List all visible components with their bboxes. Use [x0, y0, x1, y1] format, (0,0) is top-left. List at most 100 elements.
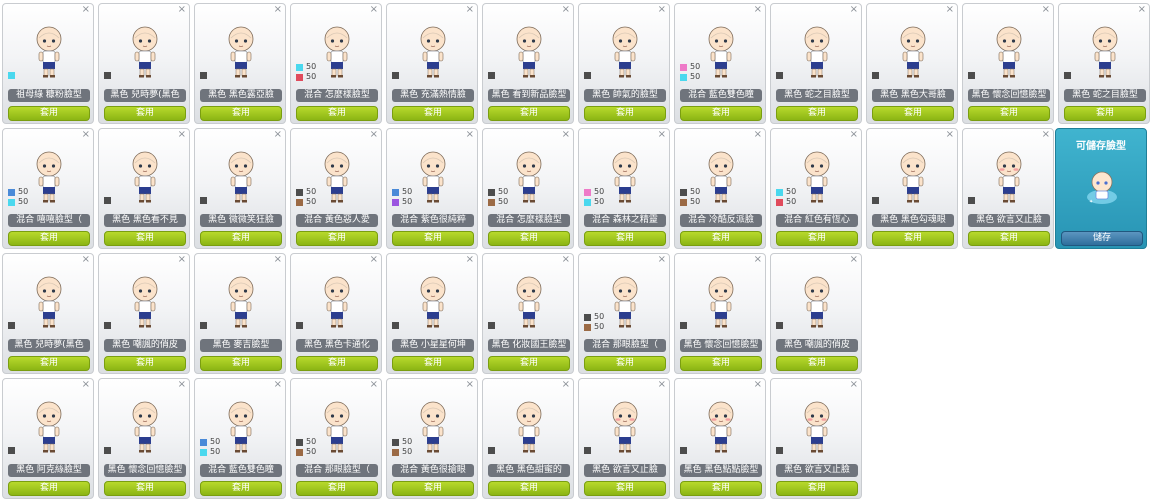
apply-button[interactable]: 套用 — [488, 231, 570, 246]
color-swatches — [8, 445, 18, 455]
apply-button[interactable]: 套用 — [968, 106, 1050, 121]
apply-button[interactable]: 套用 — [584, 356, 666, 371]
close-icon[interactable]: × — [946, 130, 954, 140]
color-swatch — [680, 198, 687, 206]
face-card: × 50 50 混合 那眼臉型（ 套用 — [290, 378, 382, 499]
close-icon[interactable]: × — [370, 380, 378, 390]
apply-button[interactable]: 套用 — [776, 481, 858, 496]
close-icon[interactable]: × — [658, 380, 666, 390]
apply-button[interactable]: 套用 — [104, 231, 186, 246]
close-icon[interactable]: × — [658, 5, 666, 15]
close-icon[interactable]: × — [370, 255, 378, 265]
close-icon[interactable]: × — [1042, 130, 1050, 140]
close-icon[interactable]: × — [274, 5, 282, 15]
close-icon[interactable]: × — [178, 380, 186, 390]
close-icon[interactable]: × — [850, 380, 858, 390]
color-percent: 50 — [594, 187, 605, 196]
close-icon[interactable]: × — [754, 5, 762, 15]
close-icon[interactable]: × — [850, 130, 858, 140]
close-icon[interactable]: × — [274, 130, 282, 140]
color-swatches: 50 50 — [392, 437, 412, 457]
close-icon[interactable]: × — [1138, 5, 1146, 15]
apply-button[interactable]: 套用 — [680, 356, 762, 371]
close-icon[interactable]: × — [850, 5, 858, 15]
apply-button[interactable]: 套用 — [584, 481, 666, 496]
face-card: × 50 50 混合 紫色很純粹 套用 — [386, 128, 478, 249]
apply-button[interactable]: 套用 — [872, 106, 954, 121]
color-swatches — [680, 445, 690, 455]
apply-button[interactable]: 套用 — [392, 231, 474, 246]
apply-button[interactable]: 套用 — [8, 106, 90, 121]
close-icon[interactable]: × — [466, 255, 474, 265]
apply-button[interactable]: 套用 — [488, 106, 570, 121]
character-avatar-icon — [324, 26, 350, 78]
close-icon[interactable]: × — [562, 380, 570, 390]
apply-button[interactable]: 套用 — [296, 481, 378, 496]
apply-button[interactable]: 套用 — [104, 106, 186, 121]
close-icon[interactable]: × — [178, 130, 186, 140]
close-icon[interactable]: × — [274, 255, 282, 265]
apply-button[interactable]: 套用 — [680, 106, 762, 121]
apply-button[interactable]: 套用 — [8, 231, 90, 246]
apply-button[interactable]: 套用 — [392, 481, 474, 496]
close-icon[interactable]: × — [466, 130, 474, 140]
close-icon[interactable]: × — [1042, 5, 1050, 15]
close-icon[interactable]: × — [754, 255, 762, 265]
apply-button[interactable]: 套用 — [392, 106, 474, 121]
save-button[interactable]: 儲存 — [1061, 231, 1143, 246]
apply-button[interactable]: 套用 — [584, 231, 666, 246]
close-icon[interactable]: × — [370, 5, 378, 15]
apply-button[interactable]: 套用 — [584, 106, 666, 121]
apply-button[interactable]: 套用 — [296, 231, 378, 246]
close-icon[interactable]: × — [82, 130, 90, 140]
close-icon[interactable]: × — [370, 130, 378, 140]
close-icon[interactable]: × — [658, 255, 666, 265]
color-swatches: 50 50 — [200, 437, 220, 457]
close-icon[interactable]: × — [178, 5, 186, 15]
character-avatar-icon — [708, 151, 734, 203]
close-icon[interactable]: × — [466, 5, 474, 15]
apply-button[interactable]: 套用 — [776, 106, 858, 121]
apply-button[interactable]: 套用 — [104, 481, 186, 496]
close-icon[interactable]: × — [82, 5, 90, 15]
close-icon[interactable]: × — [82, 255, 90, 265]
apply-button[interactable]: 套用 — [104, 356, 186, 371]
face-card: × 50 50 混合 嘻嘻臉型（ 套用 — [2, 128, 94, 249]
close-icon[interactable]: × — [850, 255, 858, 265]
face-name-label: 祖母綠 糠粉臉型 — [8, 89, 90, 102]
face-name-label: 黑色 嘲諷的俏皮 — [104, 339, 186, 352]
close-icon[interactable]: × — [466, 380, 474, 390]
apply-button[interactable]: 套用 — [872, 231, 954, 246]
apply-button[interactable]: 套用 — [776, 356, 858, 371]
close-icon[interactable]: × — [178, 255, 186, 265]
close-icon[interactable]: × — [562, 5, 570, 15]
color-swatches — [200, 320, 210, 330]
apply-button[interactable]: 套用 — [8, 356, 90, 371]
close-icon[interactable]: × — [562, 255, 570, 265]
apply-button[interactable]: 套用 — [200, 106, 282, 121]
apply-button[interactable]: 套用 — [200, 231, 282, 246]
face-card: × 黑色 欲言又止臉 套用 — [962, 128, 1054, 249]
close-icon[interactable]: × — [274, 380, 282, 390]
apply-button[interactable]: 套用 — [8, 481, 90, 496]
apply-button[interactable]: 套用 — [200, 481, 282, 496]
apply-button[interactable]: 套用 — [488, 356, 570, 371]
close-icon[interactable]: × — [562, 130, 570, 140]
apply-button[interactable]: 套用 — [680, 231, 762, 246]
apply-button[interactable]: 套用 — [968, 231, 1050, 246]
apply-button[interactable]: 套用 — [680, 481, 762, 496]
apply-button[interactable]: 套用 — [296, 106, 378, 121]
apply-button[interactable]: 套用 — [1064, 106, 1146, 121]
close-icon[interactable]: × — [82, 380, 90, 390]
apply-button[interactable]: 套用 — [776, 231, 858, 246]
close-icon[interactable]: × — [946, 5, 954, 15]
close-icon[interactable]: × — [754, 380, 762, 390]
color-percent: 50 — [306, 62, 317, 71]
apply-button[interactable]: 套用 — [296, 356, 378, 371]
close-icon[interactable]: × — [754, 130, 762, 140]
apply-button[interactable]: 套用 — [488, 481, 570, 496]
apply-button[interactable]: 套用 — [200, 356, 282, 371]
face-card: × 50 50 混合 黃色惡人愛 套用 — [290, 128, 382, 249]
apply-button[interactable]: 套用 — [392, 356, 474, 371]
close-icon[interactable]: × — [658, 130, 666, 140]
